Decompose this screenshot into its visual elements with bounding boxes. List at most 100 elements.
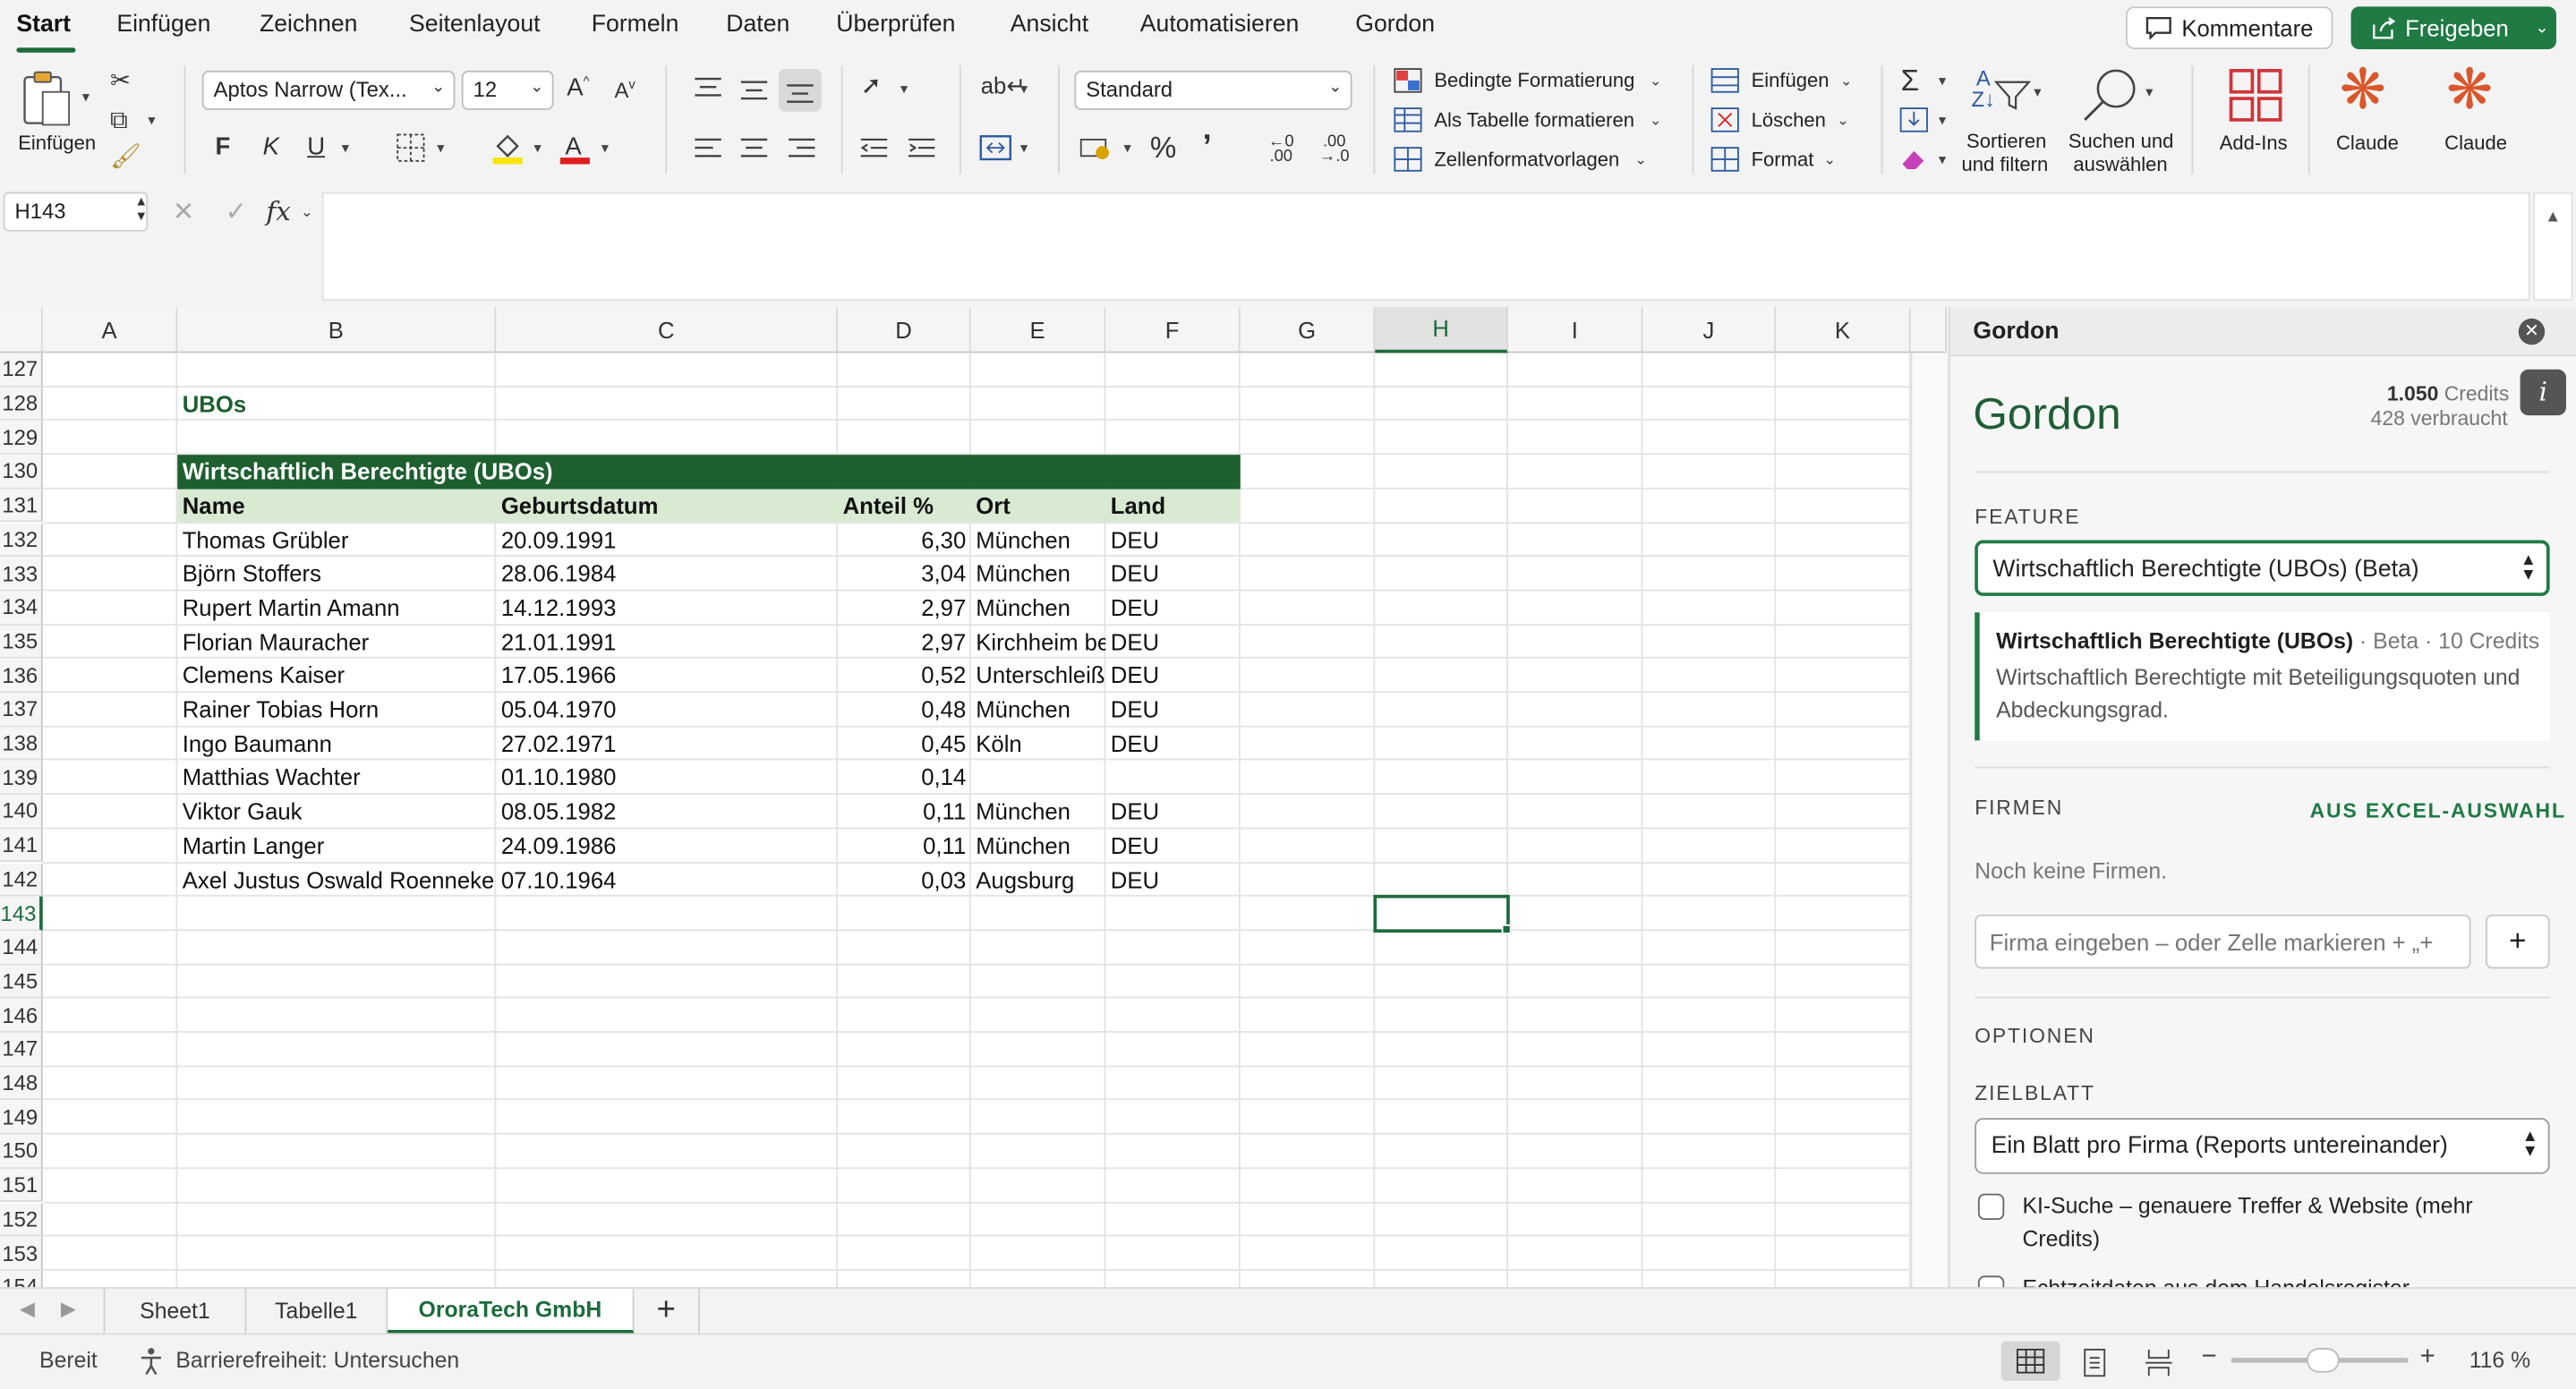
cell-name[interactable]: Martin Langer bbox=[177, 829, 496, 864]
decrease-indent-icon[interactable] bbox=[859, 136, 889, 159]
row-header-131[interactable]: 131 bbox=[0, 489, 43, 524]
cell-city[interactable]: München bbox=[971, 693, 1106, 728]
align-middle-icon[interactable] bbox=[739, 79, 769, 102]
format-as-table-button[interactable]: Als Tabelle formatieren bbox=[1434, 108, 1634, 132]
cell-birthdate[interactable]: 17.05.1966 bbox=[496, 659, 838, 694]
row-header-137[interactable]: 137 bbox=[0, 693, 43, 728]
column-header-f[interactable]: F bbox=[1105, 307, 1241, 354]
sort-dropdown-icon[interactable]: ▾ bbox=[2034, 84, 2041, 100]
align-top-icon[interactable] bbox=[694, 75, 723, 98]
cell-city[interactable]: München bbox=[971, 523, 1106, 558]
page-break-view-icon[interactable] bbox=[2144, 1348, 2173, 1377]
accounting-dropdown-icon[interactable]: ▾ bbox=[1123, 141, 1130, 157]
cell-birthdate[interactable]: 27.02.1971 bbox=[496, 727, 838, 762]
paste-icon[interactable] bbox=[20, 69, 75, 128]
cell-city[interactable]: München bbox=[971, 829, 1106, 864]
search-icon[interactable] bbox=[2080, 65, 2139, 124]
info-icon[interactable]: i bbox=[2520, 369, 2566, 416]
row-header-129[interactable]: 129 bbox=[0, 421, 43, 456]
cell-birthdate[interactable]: 20.09.1991 bbox=[496, 523, 838, 558]
cell-birthdate[interactable]: 24.09.1986 bbox=[496, 829, 838, 864]
cell-birthdate[interactable]: 08.05.1982 bbox=[496, 795, 838, 830]
row-header-127[interactable]: 127 bbox=[0, 353, 43, 388]
tab-seitenlayout[interactable]: Seitenlayout bbox=[409, 12, 540, 38]
insert-cells-button[interactable]: Einfügen bbox=[1752, 69, 1830, 92]
cell-share[interactable]: 0,14 bbox=[838, 761, 971, 796]
cell-name[interactable]: Clemens Kaiser bbox=[177, 659, 496, 694]
cell-share[interactable]: 0,03 bbox=[838, 863, 971, 898]
comments-button[interactable]: Kommentare bbox=[2126, 6, 2333, 50]
select-all-corner[interactable] bbox=[0, 307, 43, 354]
table-header-share[interactable]: Anteil % bbox=[838, 489, 971, 524]
wrap-dropdown-icon[interactable]: ▾ bbox=[1020, 81, 1028, 98]
cell-country[interactable]: DEU bbox=[1105, 863, 1241, 898]
addins-icon[interactable] bbox=[2228, 67, 2283, 123]
add-sheet-button[interactable]: + bbox=[634, 1289, 700, 1334]
function-dropdown-icon[interactable]: ⌄ bbox=[301, 204, 313, 220]
chevron-down-icon[interactable]: ⌄ bbox=[1840, 73, 1853, 89]
row-header-146[interactable]: 146 bbox=[0, 998, 43, 1033]
fill-color-icon[interactable] bbox=[491, 132, 525, 165]
sort-filter-icon[interactable]: A Z↓ bbox=[1972, 67, 1996, 110]
cell-country[interactable]: DEU bbox=[1105, 523, 1241, 558]
page-layout-view-icon[interactable] bbox=[2082, 1348, 2108, 1377]
chevron-down-icon[interactable]: ⌄ bbox=[1837, 113, 1849, 129]
cut-icon[interactable]: ✂ bbox=[110, 69, 131, 94]
cell-styles-button[interactable]: Zellenformatvorlagen bbox=[1434, 148, 1619, 171]
font-color-icon[interactable]: A bbox=[559, 132, 592, 165]
cell-name[interactable]: Axel Justus Oswald Roenneke bbox=[177, 863, 496, 898]
row-header-152[interactable]: 152 bbox=[0, 1202, 43, 1237]
increase-decimal-icon[interactable]: ←0.00 bbox=[1268, 134, 1294, 166]
cell-country[interactable]: DEU bbox=[1105, 591, 1241, 626]
cancel-icon[interactable]: ✕ bbox=[173, 200, 195, 226]
font-size-select[interactable]: 12 ⌄ bbox=[461, 70, 554, 110]
cell-country[interactable]: DEU bbox=[1105, 795, 1241, 830]
cell-country[interactable] bbox=[1105, 761, 1241, 796]
percent-button[interactable]: % bbox=[1150, 133, 1176, 163]
tab-formeln[interactable]: Formeln bbox=[592, 12, 679, 38]
borders-dropdown-icon[interactable]: ▾ bbox=[437, 141, 444, 157]
autosum-icon[interactable]: Σ bbox=[1901, 65, 1919, 95]
row-header-147[interactable]: 147 bbox=[0, 1032, 43, 1067]
from-excel-selection-link[interactable]: AUS EXCEL-AUSWAHL bbox=[2310, 799, 2566, 822]
cell-name[interactable]: Viktor Gauk bbox=[177, 795, 496, 830]
row-header-144[interactable]: 144 bbox=[0, 930, 43, 965]
cell-name[interactable]: Thomas Grübler bbox=[177, 523, 496, 558]
cell-city[interactable]: Kirchheim be bbox=[971, 625, 1105, 660]
chevron-down-icon[interactable]: ⌄ bbox=[1634, 152, 1647, 168]
format-cells-button[interactable]: Format bbox=[1752, 148, 1814, 171]
feature-select[interactable]: Wirtschaftlich Berechtigte (UBOs) (Beta)… bbox=[1975, 540, 2550, 596]
cell-share[interactable]: 0,11 bbox=[838, 829, 971, 864]
column-header-g[interactable]: G bbox=[1240, 307, 1376, 354]
selected-cell-h143[interactable] bbox=[1373, 895, 1510, 933]
zoom-slider-thumb[interactable] bbox=[2306, 1348, 2340, 1373]
cell-name[interactable]: Matthias Wachter bbox=[177, 761, 496, 796]
row-header-151[interactable]: 151 bbox=[0, 1168, 43, 1203]
tab-gordon[interactable]: Gordon bbox=[1355, 12, 1435, 38]
column-header-h[interactable]: H bbox=[1375, 307, 1508, 354]
font-color-dropdown-icon[interactable]: ▾ bbox=[601, 141, 609, 157]
accessibility-icon[interactable] bbox=[138, 1346, 167, 1376]
clear-icon[interactable] bbox=[1899, 146, 1929, 172]
orientation-icon[interactable]: ➚ bbox=[861, 74, 882, 99]
zoom-in-button[interactable]: + bbox=[2420, 1343, 2435, 1373]
cell-share[interactable]: 6,30 bbox=[838, 523, 971, 558]
confirm-icon[interactable]: ✓ bbox=[225, 200, 247, 226]
tab-automatisieren[interactable]: Automatisieren bbox=[1140, 12, 1300, 38]
font-name-select[interactable]: Aptos Narrow (Tex... ⌄ bbox=[201, 70, 456, 110]
clear-dropdown-icon[interactable]: ▾ bbox=[1939, 152, 1946, 168]
cell-share[interactable]: 2,97 bbox=[838, 625, 971, 660]
row-header-145[interactable]: 145 bbox=[0, 964, 43, 999]
cell-name[interactable]: Rainer Tobias Horn bbox=[177, 693, 496, 728]
row-header-154[interactable]: 154 bbox=[0, 1270, 43, 1288]
underline-dropdown-icon[interactable]: ▾ bbox=[342, 141, 349, 157]
table-header-name[interactable]: Name bbox=[177, 489, 496, 524]
cell-share[interactable]: 0,45 bbox=[838, 727, 971, 762]
cell-name[interactable]: Björn Stoffers bbox=[177, 557, 496, 592]
accessibility-status[interactable]: Barrierefreiheit: Untersuchen bbox=[175, 1348, 459, 1373]
cell-city[interactable]: Köln bbox=[971, 727, 1106, 762]
vertical-scrollbar[interactable] bbox=[1910, 353, 1948, 1288]
cell-birthdate[interactable]: 05.04.1970 bbox=[496, 693, 838, 728]
sheet-tab-ororatech[interactable]: OroraTech GmbH bbox=[388, 1289, 635, 1334]
cell-country[interactable]: DEU bbox=[1105, 659, 1241, 694]
